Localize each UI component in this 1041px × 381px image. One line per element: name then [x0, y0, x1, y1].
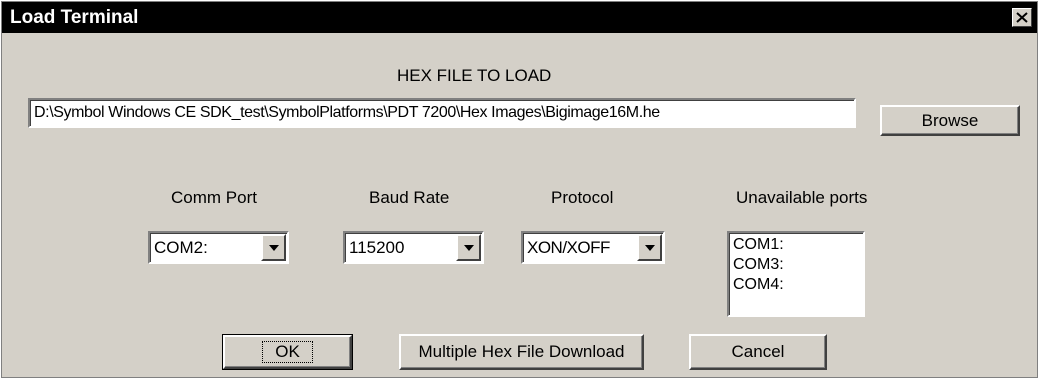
ok-button[interactable]: OK	[222, 334, 353, 370]
baud-rate-select[interactable]: 115200	[343, 231, 484, 264]
chevron-down-icon	[268, 244, 279, 251]
chevron-down-icon	[644, 244, 655, 251]
protocol-dropdown-button[interactable]	[637, 234, 662, 261]
multiple-hex-download-label: Multiple Hex File Download	[418, 342, 625, 361]
baud-rate-dropdown-button[interactable]	[456, 234, 481, 261]
baud-rate-value: 115200	[349, 238, 405, 257]
browse-button-label: Browse	[921, 110, 979, 130]
list-item[interactable]: COM4:	[733, 275, 859, 295]
close-icon	[1016, 12, 1028, 23]
load-terminal-dialog: Load Terminal HEX FILE TO LOAD D:\Symbol…	[1, 1, 1038, 378]
hex-file-path-field[interactable]: D:\Symbol Windows CE SDK_test\SymbolPlat…	[28, 98, 856, 128]
comm-port-value: COM2:	[154, 238, 208, 257]
list-item[interactable]: COM3:	[733, 255, 859, 275]
comm-port-label: Comm Port	[171, 188, 257, 207]
browse-button[interactable]: Browse	[880, 105, 1020, 136]
protocol-select[interactable]: XON/XOFF	[521, 231, 665, 264]
comm-port-dropdown-button[interactable]	[261, 234, 286, 261]
multiple-hex-download-button[interactable]: Multiple Hex File Download	[399, 334, 644, 370]
close-button[interactable]	[1012, 8, 1032, 27]
cancel-button[interactable]: Cancel	[689, 334, 827, 370]
protocol-value: XON/XOFF	[527, 238, 610, 257]
ok-button-label: OK	[262, 341, 313, 363]
hex-file-heading: HEX FILE TO LOAD	[397, 66, 552, 85]
list-item[interactable]: COM1:	[733, 235, 859, 255]
chevron-down-icon	[463, 244, 474, 251]
baud-rate-label: Baud Rate	[369, 188, 450, 207]
window-title: Load Terminal	[10, 7, 139, 28]
cancel-button-label: Cancel	[731, 342, 785, 361]
title-bar: Load Terminal	[2, 2, 1037, 33]
comm-port-select[interactable]: COM2:	[148, 231, 289, 264]
unavailable-ports-list[interactable]: COM1: COM3: COM4:	[727, 231, 865, 317]
protocol-label: Protocol	[551, 188, 614, 207]
unavailable-ports-label: Unavailable ports	[736, 188, 868, 207]
